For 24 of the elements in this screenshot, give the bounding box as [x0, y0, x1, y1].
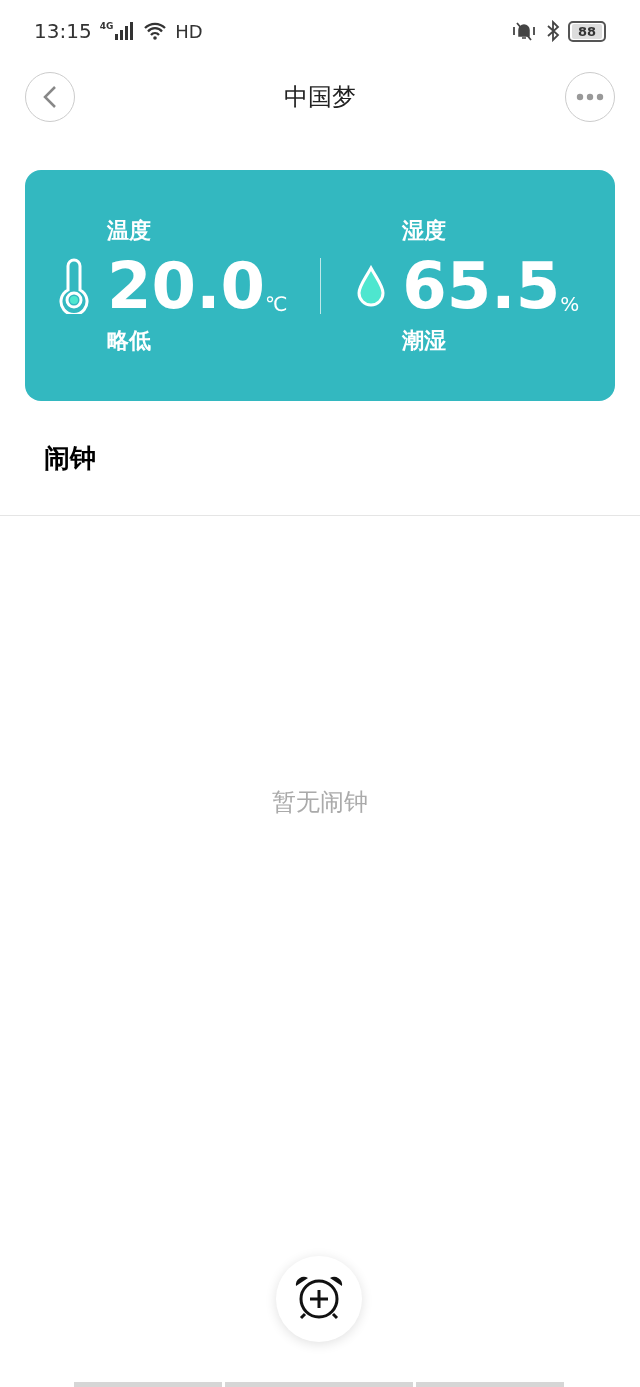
wifi-icon: [143, 22, 168, 40]
signal-icon: [115, 22, 136, 40]
more-icon: [576, 93, 604, 101]
hd-indicator: HD: [175, 19, 203, 44]
page-title: 中国梦: [284, 82, 356, 113]
metric-unit: ℃: [264, 293, 288, 314]
more-button[interactable]: [565, 72, 615, 122]
back-button[interactable]: [25, 72, 75, 122]
bluetooth-icon: [545, 20, 560, 42]
metric-label: 湿度: [402, 219, 448, 242]
metric-label: 温度: [107, 219, 153, 242]
network-type: 4G: [99, 22, 114, 31]
metric-value: 65.5: [402, 253, 561, 318]
back-icon: [43, 85, 57, 109]
metric-unit: %: [560, 293, 580, 314]
thermometer-icon: [57, 257, 92, 314]
section-title: 闹钟: [44, 441, 96, 475]
empty-message: 暂无闹钟: [272, 786, 368, 818]
metric-status: 略低: [107, 329, 153, 352]
battery-indicator: 88: [567, 20, 606, 42]
metric-value: 20.0: [107, 253, 265, 318]
status-time: 13:15: [34, 18, 92, 45]
water-drop-icon: [356, 264, 387, 307]
metric-status: 潮湿: [402, 329, 448, 352]
